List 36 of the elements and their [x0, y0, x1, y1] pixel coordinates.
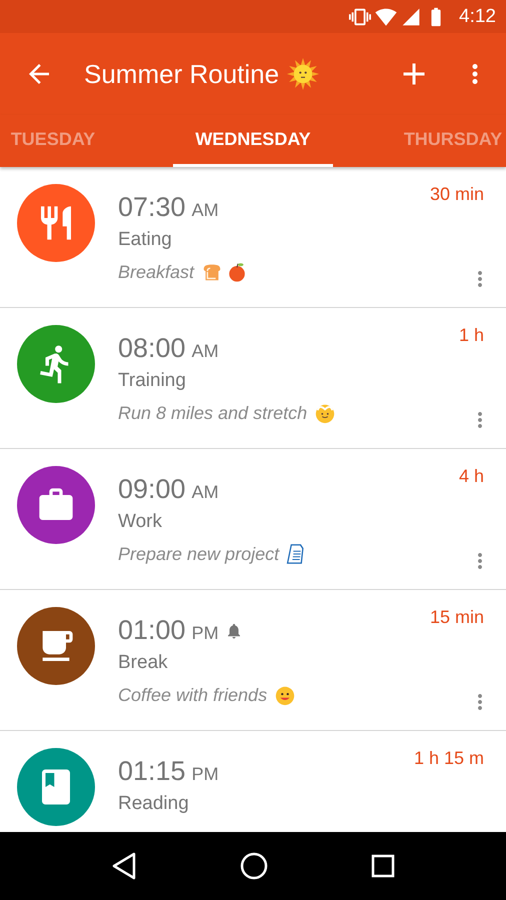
smiley-icon [314, 402, 336, 424]
time-period: AM [192, 200, 219, 221]
cellular-signal-icon [401, 6, 422, 26]
sun-icon [287, 58, 320, 90]
activity-duration: 1 h [458, 325, 484, 346]
activity-category: Work [118, 511, 163, 533]
time-period: AM [192, 482, 219, 503]
day-tab[interactable]: THURSDAY [353, 115, 506, 167]
screen-title: Summer Routine [84, 58, 280, 90]
recents-nav-button[interactable] [370, 854, 395, 878]
smiley-icon [274, 684, 296, 706]
activity-category: Training [118, 370, 187, 392]
time-period: PM [192, 764, 219, 785]
activity-time: 01:00 [118, 615, 186, 646]
activity-time: 01:15 [118, 756, 186, 787]
activity-time: 09:00 [118, 474, 186, 505]
activity-category: Break [118, 652, 169, 674]
time-period: PM [192, 623, 219, 644]
clock-time: 4:12 [459, 6, 496, 28]
activity-duration: 4 h [458, 466, 484, 487]
day-tab[interactable]: WEDNESDAY [153, 115, 353, 167]
activity-duration: 15 min [430, 607, 484, 628]
activity-note: Run 8 miles and stretch [118, 402, 308, 424]
day-tab[interactable]: TUESDAY [0, 115, 153, 167]
activity-time: 07:30 [118, 192, 186, 223]
activity-duration: 30 min [430, 184, 484, 205]
activity-time: 08:00 [118, 333, 186, 364]
activity-note: Breakfast [118, 262, 194, 282]
back-nav-button[interactable] [111, 852, 138, 880]
activity-duration: 1 h 15 m [414, 748, 484, 769]
time-period: AM [192, 341, 219, 362]
activity-category: Eating [118, 229, 173, 251]
activity-category: Reading [118, 793, 190, 815]
activity-note: Prepare new project [118, 544, 280, 564]
home-nav-button[interactable] [240, 852, 268, 880]
activity-note: Coffee with friends [118, 684, 268, 706]
